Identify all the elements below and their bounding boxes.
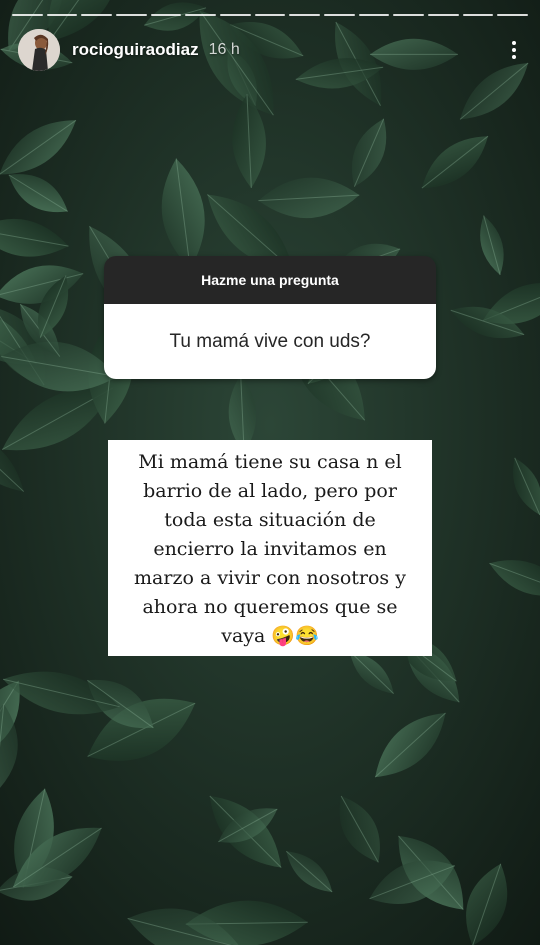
progress-segment [220, 14, 251, 16]
question-text: Tu mamá vive con uds? [104, 304, 436, 379]
story-progress-bars [12, 14, 529, 16]
progress-segment [289, 14, 321, 16]
question-sticker[interactable]: Hazme una pregunta Tu mamá vive con uds? [104, 256, 436, 379]
answer-line: encierro la invitamos en [153, 538, 387, 560]
progress-segment [12, 14, 43, 16]
question-sticker-title: Hazme una pregunta [104, 256, 436, 304]
username[interactable]: rocioguiraodiaz [72, 40, 199, 60]
answer-text-box: Mi mamá tiene su casa n el barrio de al … [108, 440, 432, 656]
progress-segment [116, 14, 147, 16]
answer-line: vaya 🤪😂 [221, 625, 319, 647]
more-vertical-icon[interactable] [502, 30, 526, 70]
progress-segment [462, 14, 494, 16]
progress-segment [254, 14, 286, 16]
progress-segment [428, 14, 459, 16]
answer-line: ahora no queremos que se [142, 596, 398, 618]
profile-photo-icon [18, 29, 60, 71]
post-time: 16 h [208, 41, 240, 58]
progress-segment [358, 14, 390, 16]
progress-segment [497, 14, 529, 16]
progress-segment [81, 14, 113, 16]
answer-line: marzo a vivir con nosotros y [134, 567, 406, 589]
answer-line: Mi mamá tiene su casa n el [138, 451, 402, 473]
avatar[interactable] [18, 29, 60, 71]
answer-line: barrio de al lado, pero por [143, 480, 397, 502]
progress-segment [150, 14, 182, 16]
progress-segment [46, 14, 78, 16]
progress-segment [393, 14, 425, 16]
progress-segment [185, 14, 217, 16]
answer-line: toda esta situación de [164, 509, 376, 531]
progress-segment [324, 14, 355, 16]
story-header: rocioguiraodiaz 16 h [18, 28, 526, 72]
